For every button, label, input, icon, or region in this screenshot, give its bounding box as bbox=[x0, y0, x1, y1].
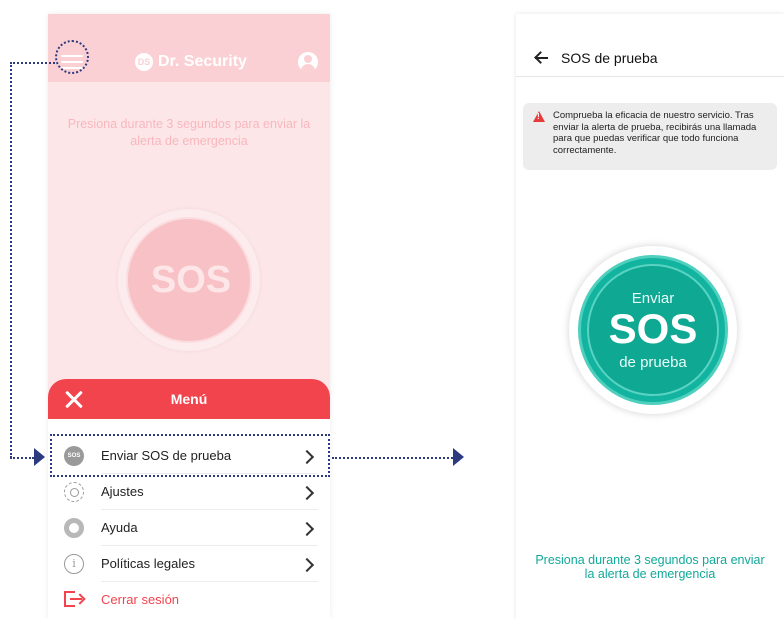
menu-item-politicas-legales[interactable]: i Políticas legales bbox=[48, 546, 330, 582]
menu-item-highlight-box bbox=[50, 434, 330, 477]
chevron-right-icon bbox=[299, 521, 315, 537]
hamburger-highlight-circle bbox=[55, 40, 89, 74]
chevron-right-icon bbox=[299, 485, 315, 501]
sos-button-inner: SOS bbox=[126, 217, 252, 343]
menu-item-label: Cerrar sesión bbox=[101, 592, 180, 607]
logout-icon bbox=[64, 590, 86, 610]
sos-test-button-ring: Enviar SOS de prueba bbox=[587, 264, 719, 396]
sos-test-button[interactable]: Enviar SOS de prueba bbox=[569, 246, 737, 414]
sos-test-bottom-label: de prueba bbox=[619, 354, 687, 371]
profile-button[interactable] bbox=[298, 52, 318, 72]
menu-item-label: Ajustes bbox=[101, 484, 144, 499]
screen-title: SOS de prueba bbox=[561, 50, 658, 66]
sos-test-main-label: SOS bbox=[608, 305, 698, 352]
menu-item-ayuda[interactable]: Ayuda bbox=[48, 510, 330, 546]
menu-close-button[interactable] bbox=[64, 390, 84, 410]
sos-instruction-text: Presiona durante 3 segundos para enviar … bbox=[67, 117, 311, 148]
sos-test-instruction: Presiona durante 3 segundos para enviar … bbox=[535, 553, 765, 581]
menu-item-ajustes[interactable]: Ajustes bbox=[48, 474, 330, 510]
menu-item-cerrar-sesion[interactable]: Cerrar sesión bbox=[48, 582, 330, 618]
lifebuoy-icon bbox=[64, 518, 84, 538]
menu-item-label: Políticas legales bbox=[101, 556, 195, 571]
menu-header: Menú bbox=[48, 379, 330, 419]
menu-item-label: Ayuda bbox=[101, 520, 138, 535]
phone-screen-home-menu: DS Dr. Security Presiona durante 3 segun… bbox=[48, 14, 330, 619]
annotation-connector bbox=[10, 62, 12, 458]
user-icon bbox=[301, 64, 315, 72]
arrow-right-icon bbox=[453, 448, 464, 466]
annotation-connector bbox=[332, 457, 453, 459]
info-banner-text: Comprueba la eficacia de nuestro servici… bbox=[553, 110, 757, 156]
user-icon bbox=[304, 55, 312, 63]
info-banner: Comprueba la eficacia de nuestro servici… bbox=[523, 103, 777, 170]
menu-sheet: Menú SOS Enviar SOS de prueba Ajustes Ay… bbox=[48, 379, 330, 619]
warning-icon bbox=[533, 111, 545, 122]
chevron-right-icon bbox=[299, 557, 315, 573]
sos-button[interactable]: SOS bbox=[118, 209, 260, 351]
sos-button-label: SOS bbox=[150, 259, 232, 301]
annotation-connector bbox=[10, 62, 55, 64]
menu-title: Menú bbox=[170, 391, 208, 407]
brand-logo-icon: DS bbox=[135, 53, 153, 71]
screen-header: SOS de prueba bbox=[516, 14, 784, 77]
gear-icon bbox=[64, 482, 84, 502]
info-icon: i bbox=[64, 554, 84, 574]
phone-screen-sos-test: SOS de prueba Comprueba la eficacia de n… bbox=[516, 14, 784, 619]
sos-test-button-face: Enviar SOS de prueba bbox=[578, 255, 728, 405]
back-arrow-icon[interactable] bbox=[534, 51, 548, 65]
brand-name: Dr. Security bbox=[158, 53, 247, 70]
annotation-connector bbox=[10, 457, 34, 459]
arrow-right-icon bbox=[34, 448, 45, 466]
app-header: DS Dr. Security bbox=[48, 14, 330, 82]
